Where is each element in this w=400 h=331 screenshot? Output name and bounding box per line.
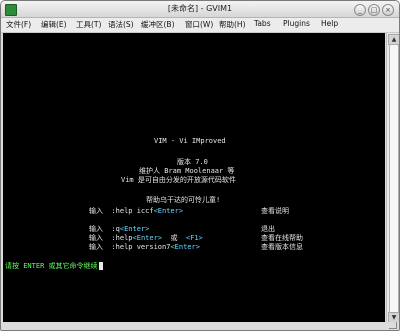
menu-syntax[interactable]: 语法(S) xyxy=(108,19,134,30)
menu-tools[interactable]: 工具(T) xyxy=(76,19,101,30)
menu-window[interactable]: 窗口(W) xyxy=(185,19,213,30)
text-cursor xyxy=(98,262,103,270)
title-bar[interactable]: [未命名] - GVIM1 _ □ × xyxy=(1,1,399,18)
help-row-text: 输入 :help version7 xyxy=(89,243,171,251)
enter-key: <Enter> xyxy=(119,225,150,233)
menu-edit[interactable]: 编辑(E) xyxy=(41,19,67,30)
splash-title: VIM - Vi IMproved xyxy=(154,137,226,145)
help-row-help: 输入 :help<Enter> 或 <F1> xyxy=(89,234,203,242)
menu-bar: 文件(F) 编辑(E) 工具(T) 语法(S) 缓冲区(B) 窗口(W) 帮助(… xyxy=(1,18,399,33)
menu-plugins[interactable]: Plugins xyxy=(283,19,310,28)
help-row-text: 输入 :q xyxy=(89,225,120,233)
help-row-desc: 查看在线帮助 xyxy=(261,234,303,242)
splash-iccf: 帮助乌干达的可怜儿童! xyxy=(146,196,221,204)
help-row-desc: 查看说明 xyxy=(261,207,289,215)
editor-area[interactable]: VIM - Vi IMproved 版本 7.0 维护人 Bram Moolen… xyxy=(3,33,385,322)
f1-key: <F1> xyxy=(185,234,203,242)
menu-file[interactable]: 文件(F) xyxy=(6,19,31,30)
enter-key: <Enter> xyxy=(132,234,163,242)
splash-maintainer: 维护人 Bram Moolenaar 等 xyxy=(139,167,235,175)
menu-buffers[interactable]: 缓冲区(B) xyxy=(141,19,175,30)
help-row-quit: 输入 :q<Enter> xyxy=(89,225,149,233)
close-button[interactable]: × xyxy=(382,4,394,16)
help-row-desc: 查看版本信息 xyxy=(261,243,303,251)
help-row-text: 输入 :help xyxy=(89,234,133,242)
enter-key: <Enter> xyxy=(170,243,200,251)
press-enter-prompt: 请按 ENTER 或其它命令继续 xyxy=(5,262,98,270)
command-line[interactable]: 请按 ENTER 或其它命令继续 xyxy=(5,262,103,270)
menu-tabs[interactable]: Tabs xyxy=(254,19,271,28)
maximize-button[interactable]: □ xyxy=(368,4,380,16)
help-row-iccf: 输入 :help iccf<Enter> xyxy=(89,207,183,215)
splash-version: 版本 7.0 xyxy=(177,158,208,166)
help-row-desc: 退出 xyxy=(261,225,275,233)
window-bottom-edge xyxy=(1,322,399,330)
help-row-text: 输入 :help iccf xyxy=(89,207,154,215)
help-row-or: 或 xyxy=(162,234,186,242)
menu-help-cn[interactable]: 帮助(H) xyxy=(219,19,246,30)
scrollbar-thumb[interactable] xyxy=(389,44,399,314)
splash-license: Vim 是可自由分发的开放源代码软件 xyxy=(121,176,236,184)
vertical-scrollbar[interactable]: ▲ ▼ xyxy=(386,33,399,323)
menu-help[interactable]: Help xyxy=(321,19,338,28)
resize-grip-icon[interactable] xyxy=(389,322,397,329)
gvim-window: [未命名] - GVIM1 _ □ × 文件(F) 编辑(E) 工具(T) 语法… xyxy=(0,0,400,331)
enter-key: <Enter> xyxy=(153,207,184,215)
minimize-button[interactable]: _ xyxy=(354,4,366,16)
help-row-version: 输入 :help version7<Enter> xyxy=(89,243,200,251)
window-title: [未命名] - GVIM1 xyxy=(167,4,233,13)
